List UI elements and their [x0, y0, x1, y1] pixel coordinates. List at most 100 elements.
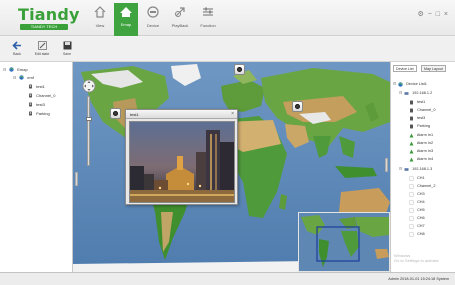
device-channel-item[interactable]: Channel_2: [409, 182, 435, 190]
tree-camera-item[interactable]: test3: [28, 101, 45, 109]
tab-device-list[interactable]: Device List: [393, 65, 417, 72]
right-collapse-handle[interactable]: [385, 158, 388, 172]
device-channel-item[interactable]: CH3: [409, 190, 425, 198]
home-icon: [94, 6, 106, 18]
tree-camera-item[interactable]: Channel_0: [28, 92, 55, 100]
tree-label: test3: [36, 102, 45, 107]
device-channel-item[interactable]: CH4: [409, 198, 425, 206]
tree-camera-item[interactable]: test1: [28, 83, 45, 91]
zoom-slider-handle[interactable]: [86, 117, 92, 121]
device-label: Alarm In2: [416, 141, 434, 145]
device-root-node[interactable]: ⊟ Device List1: [393, 80, 427, 88]
device-label: CH7: [417, 224, 425, 228]
nav-label: Device: [146, 23, 160, 28]
nav-label: Function: [200, 23, 216, 28]
device-label: CH5: [417, 208, 425, 212]
device-label: Device List1: [406, 82, 427, 86]
blank-icon: [409, 200, 414, 204]
camera-pin-icon[interactable]: [110, 108, 121, 119]
device-channel-item[interactable]: CH1: [409, 174, 425, 182]
device-channel-item[interactable]: CH5: [409, 206, 425, 214]
popup-title[interactable]: test1 ×: [126, 110, 237, 119]
camera-icon: [410, 100, 413, 104]
nav-device[interactable]: Device: [141, 4, 165, 36]
collapse-icon[interactable]: ⊟: [393, 80, 397, 88]
device-channel-item[interactable]: Channel_0: [409, 106, 435, 114]
device-alarm-item[interactable]: Alarm In3: [409, 147, 433, 155]
camera-pin-icon[interactable]: [234, 64, 245, 75]
device-alarm-item[interactable]: Alarm In2: [409, 139, 433, 147]
blank-icon: [409, 208, 414, 212]
device-alarm-item[interactable]: Alarm In1: [409, 131, 433, 139]
device-dvr-node[interactable]: ⊟ 192.168.1.2: [399, 89, 432, 97]
device-label: Channel_0: [417, 108, 436, 112]
back-arrow-icon: [11, 41, 21, 50]
nav-view[interactable]: View: [88, 4, 112, 36]
tree-node-map[interactable]: ⊟ emf: [13, 74, 34, 82]
edit-state-button[interactable]: Edit state: [33, 40, 51, 60]
city-night-video-frame: [130, 122, 234, 202]
nav-playback[interactable]: PlayBack: [168, 4, 192, 36]
nav-label: Emap: [120, 22, 132, 27]
device-label: Parking: [417, 124, 430, 128]
collapse-icon[interactable]: ⊟: [13, 74, 18, 82]
nav-function[interactable]: Function: [196, 4, 220, 36]
header-bar: Tiandy TIANDY TECH View Emap Device Play…: [0, 0, 455, 36]
collapse-icon[interactable]: ⊟: [399, 89, 403, 97]
pan-control-icon[interactable]: [82, 79, 96, 93]
globe-icon: [19, 75, 24, 81]
alarm-icon: [409, 149, 414, 153]
back-button[interactable]: Back: [8, 40, 26, 60]
nav-label: View: [95, 23, 105, 28]
tree-node-emap[interactable]: ⊟ Emap: [3, 66, 28, 74]
device-label: CH3: [417, 192, 425, 196]
device-channel-item[interactable]: CH6: [409, 214, 425, 222]
device-label: 192.168.1.2: [412, 91, 433, 95]
device-alarm-item[interactable]: Alarm In4: [409, 155, 433, 163]
nav-emap[interactable]: Emap: [114, 3, 138, 36]
device-label: test3: [417, 116, 426, 120]
tab-map-layout[interactable]: Map Layout: [421, 65, 446, 72]
blank-icon: [409, 224, 414, 228]
device-channel-item[interactable]: test3: [409, 114, 425, 122]
pin-dot: [237, 67, 242, 72]
map-icon: [120, 7, 132, 17]
activation-watermark: Windows Go to Settings to activate: [394, 253, 439, 263]
tree-camera-item[interactable]: Parking: [28, 110, 50, 118]
tree-label: Parking: [36, 111, 50, 116]
device-channel-item[interactable]: CH8: [409, 230, 425, 238]
device-label: CH6: [417, 216, 425, 220]
tiandy-logo: Tiandy TIANDY TECH: [18, 5, 79, 33]
status-bar: Admin 2018-01-01 15:24:18 System: [0, 272, 455, 285]
device-channel-item[interactable]: Parking: [409, 122, 430, 130]
overview-minimap[interactable]: [298, 212, 390, 272]
minimap-image: [299, 213, 389, 271]
tree-label: test1: [36, 84, 45, 89]
alarm-icon: [409, 157, 414, 161]
tool-label: Back: [13, 52, 21, 56]
tree-label: Emap: [17, 67, 28, 72]
device-channel-item[interactable]: CH7: [409, 222, 425, 230]
device-label: Alarm In3: [416, 149, 434, 153]
video-preview-popup[interactable]: test1 ×: [125, 109, 238, 205]
device-label: Alarm In4: [416, 157, 434, 161]
dvr-icon: [404, 167, 409, 171]
video-preview: [129, 121, 235, 203]
camera-pin-icon[interactable]: [292, 101, 303, 112]
collapse-icon[interactable]: ⊟: [3, 66, 8, 74]
device-label: CH1: [417, 176, 425, 180]
close-icon[interactable]: ×: [231, 110, 234, 119]
save-button[interactable]: Save: [58, 40, 76, 60]
blank-icon: [409, 176, 414, 180]
device-dvr-node[interactable]: ⊟ 192.168.1.3: [399, 165, 432, 173]
device-label: CH8: [417, 232, 425, 236]
window-controls[interactable]: ⚙ − □ ×: [417, 10, 449, 18]
zoom-slider[interactable]: [86, 96, 92, 166]
watermark-line: Go to Settings to activate: [394, 258, 439, 263]
camera-icon: [29, 111, 32, 116]
world-map[interactable]: test1 ×: [73, 62, 390, 272]
device-channel-item[interactable]: test1: [409, 98, 425, 106]
collapse-icon[interactable]: ⊟: [399, 165, 403, 173]
left-collapse-handle[interactable]: [75, 172, 78, 186]
emap-toolbar: Back Edit state Save: [0, 37, 455, 62]
